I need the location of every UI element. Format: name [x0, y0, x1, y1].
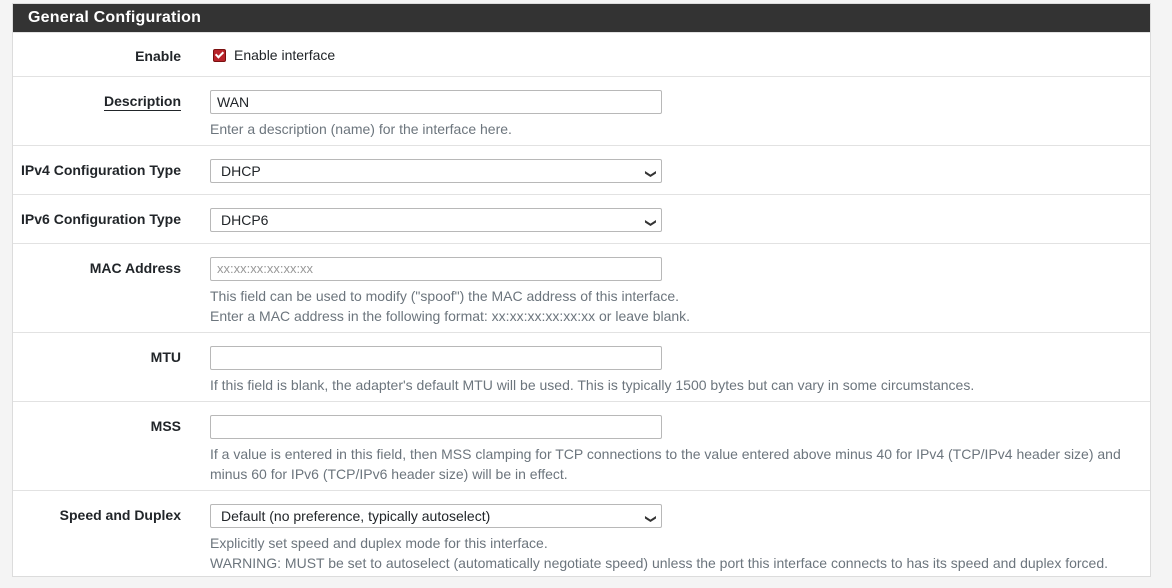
chevron-down-icon: ❯: [644, 514, 657, 524]
row-ipv4-type: IPv4 Configuration Type DHCP ❯: [13, 145, 1150, 194]
enable-label: Enable: [135, 48, 181, 64]
row-mss: MSS If a value is entered in this field,…: [13, 401, 1150, 490]
mac-address-label: MAC Address: [89, 260, 181, 276]
row-ipv6-type: IPv6 Configuration Type DHCP6 ❯: [13, 194, 1150, 243]
mss-help-2: minus 60 for IPv6 (TCP/IPv6 header size)…: [210, 466, 568, 482]
mac-address-input[interactable]: xx:xx:xx:xx:xx:xx: [210, 257, 662, 281]
ipv6-type-select[interactable]: DHCP6 ❯: [210, 208, 662, 232]
mac-address-content: xx:xx:xx:xx:xx:xx This field can be used…: [210, 257, 1140, 326]
mac-address-help-1: This field can be used to modify ("spoof…: [210, 288, 680, 304]
speed-duplex-content: Default (no preference, typically autose…: [210, 504, 1140, 573]
enable-interface-checkbox[interactable]: [213, 48, 226, 62]
row-mac-address: MAC Address xx:xx:xx:xx:xx:xx This field…: [13, 243, 1150, 332]
row-mtu: MTU If this field is blank, the adapter'…: [13, 332, 1150, 401]
chevron-down-icon: ❯: [644, 169, 657, 179]
speed-duplex-select[interactable]: Default (no preference, typically autose…: [210, 504, 662, 528]
ipv6-type-value: DHCP6: [221, 212, 269, 228]
mtu-input[interactable]: [210, 346, 662, 370]
description-input[interactable]: WAN: [210, 90, 662, 114]
speed-duplex-value: Default (no preference, typically autose…: [221, 508, 491, 524]
ipv4-type-label: IPv4 Configuration Type: [21, 162, 181, 178]
ipv4-type-content: DHCP ❯: [210, 159, 1140, 183]
row-description: Description WAN Enter a description (nam…: [13, 76, 1150, 145]
enable-content: Enable interface: [210, 47, 1140, 63]
row-enable: Enable Enable interface: [13, 32, 1150, 76]
mss-input[interactable]: [210, 415, 662, 439]
general-configuration-panel: General Configuration Enable Enable inte…: [12, 3, 1151, 577]
description-content: WAN Enter a description (name) for the i…: [210, 90, 1140, 139]
chevron-down-icon: ❯: [644, 218, 657, 228]
speed-duplex-label: Speed and Duplex: [59, 507, 181, 523]
description-help: Enter a description (name) for the inter…: [210, 121, 512, 137]
mac-address-help-2: Enter a MAC address in the following for…: [210, 308, 691, 324]
mtu-help: If this field is blank, the adapter's de…: [210, 377, 975, 393]
speed-duplex-help-2: WARNING: MUST be set to autoselect (auto…: [210, 555, 1109, 571]
speed-duplex-help-1: Explicitly set speed and duplex mode for…: [210, 535, 548, 551]
panel-title: General Configuration: [13, 4, 1150, 32]
mtu-label: MTU: [150, 349, 181, 365]
ipv6-type-content: DHCP6 ❯: [210, 208, 1140, 232]
ipv4-type-select[interactable]: DHCP ❯: [210, 159, 662, 183]
mss-help-1: If a value is entered in this field, the…: [210, 446, 1121, 462]
description-label[interactable]: Description: [103, 93, 181, 111]
mss-label: MSS: [150, 418, 181, 434]
mtu-content: If this field is blank, the adapter's de…: [210, 346, 1140, 395]
enable-interface-label[interactable]: Enable interface: [234, 47, 335, 63]
row-speed-duplex: Speed and Duplex Default (no preference,…: [13, 490, 1150, 578]
ipv6-type-label: IPv6 Configuration Type: [21, 211, 181, 227]
mss-content: If a value is entered in this field, the…: [210, 415, 1140, 484]
ipv4-type-value: DHCP: [221, 163, 261, 179]
